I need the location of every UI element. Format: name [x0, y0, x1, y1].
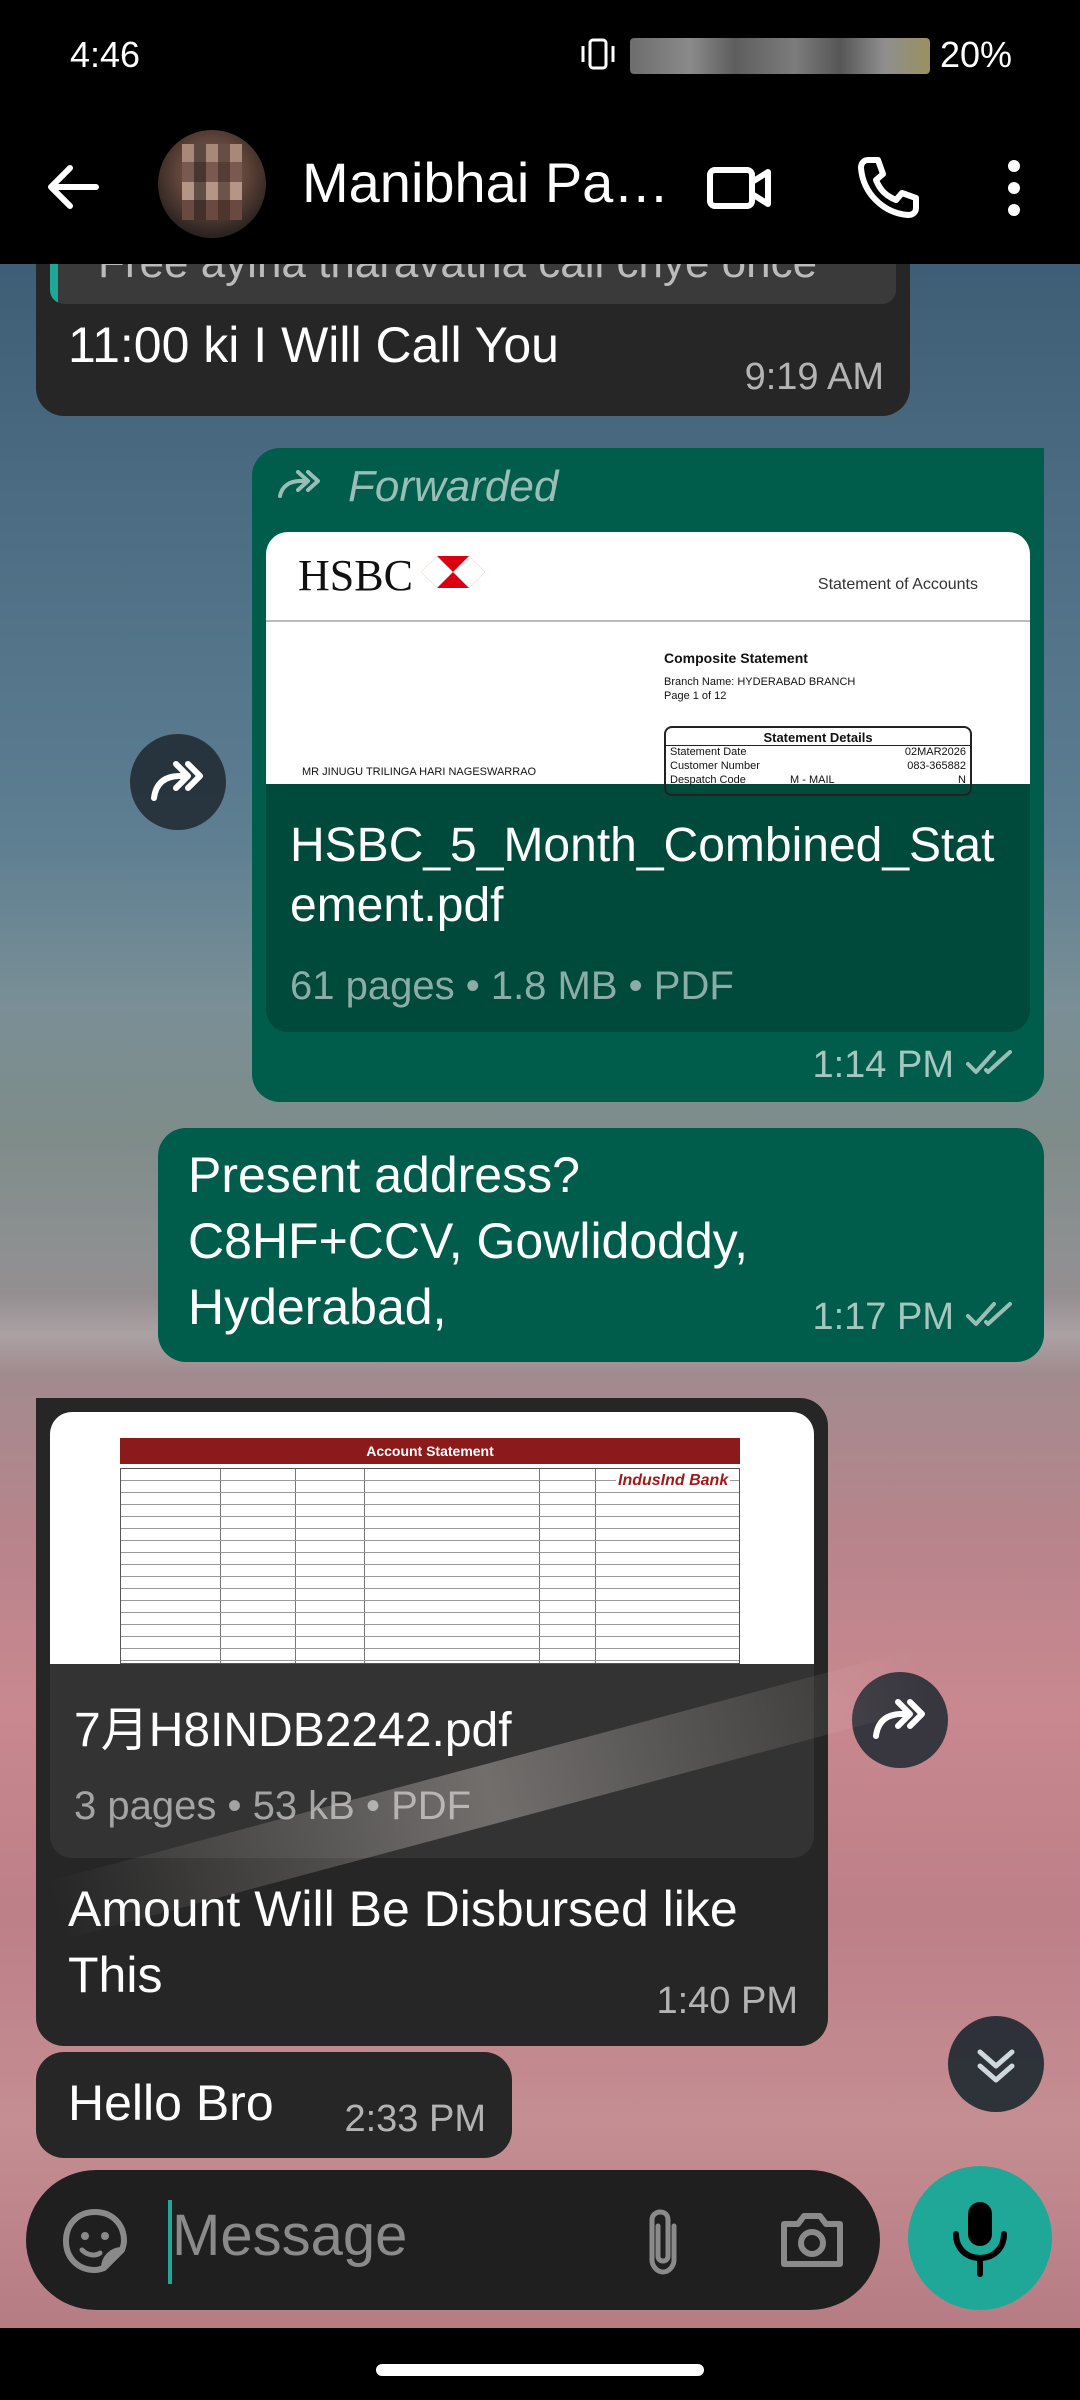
- more-vert-icon[interactable]: [974, 148, 1054, 228]
- message-time: 2:33 PM: [344, 2098, 486, 2140]
- quoted-message[interactable]: Free ayina tharavatha call chye once: [50, 264, 896, 304]
- message-text-line1: Amount Will Be Disbursed like: [68, 1881, 738, 1937]
- forward-icon: [873, 1699, 925, 1739]
- voice-message-button[interactable]: [908, 2166, 1052, 2310]
- account-holder: MR JINUGU TRILINGA HARI NAGESWARRAO: [302, 766, 537, 778]
- sticker-icon[interactable]: [60, 2206, 130, 2276]
- attach-icon[interactable]: [638, 2202, 688, 2282]
- scroll-down-icon: [977, 2049, 1015, 2083]
- statement-header: Account Statement: [120, 1438, 740, 1464]
- mic-icon: [953, 2202, 1007, 2277]
- pdf-file-name: HSBC_5_Month_Combined_Statement.pdf: [290, 819, 995, 932]
- double-check-icon: [966, 1050, 1012, 1074]
- scroll-down-button[interactable]: [948, 2016, 1044, 2112]
- message-time: 1:40 PM: [656, 1980, 798, 2022]
- pdf-file-meta: 3 pages • 53 kB • PDF: [74, 1784, 472, 1828]
- pdf-card[interactable]: HSBC Statement of Accounts Composite Sta…: [266, 532, 1030, 1032]
- video-call-icon[interactable]: [700, 148, 780, 228]
- message-text-line3: Hyderabad,: [188, 1279, 447, 1335]
- camera-icon[interactable]: [772, 2200, 852, 2280]
- forward-icon: [278, 470, 320, 498]
- statement-title: Statement of Accounts: [817, 576, 978, 593]
- blurred-status-icons: [630, 38, 930, 74]
- outgoing-document-message[interactable]: Forwarded HSBC Statement of Accounts Com…: [252, 448, 1044, 1102]
- pdf-preview[interactable]: HSBC Statement of Accounts Composite Sta…: [266, 532, 1030, 796]
- back-arrow-icon[interactable]: [40, 154, 106, 220]
- message-text: 11:00 ki I Will Call You: [68, 317, 559, 373]
- status-bar: 4:46 20%: [0, 0, 1080, 112]
- contact-name[interactable]: Manibhai Pa…: [302, 150, 672, 215]
- double-check-icon: [966, 1302, 1012, 1326]
- outgoing-message[interactable]: Present address? C8HF+CCV, Gowlidoddy, H…: [158, 1128, 1044, 1362]
- quoted-text: Free ayina tharavatha call chye once: [98, 264, 817, 288]
- message-text-line2: C8HF+CCV, Gowlidoddy,: [188, 1213, 748, 1269]
- pdf-card[interactable]: Account Statement IndusInd Bank 7月H8INDB…: [50, 1412, 814, 1858]
- message-time: 1:17 PM: [812, 1296, 954, 1338]
- incoming-message[interactable]: Hello Bro 2:33 PM: [36, 2052, 512, 2158]
- composite-title: Composite Statement: [664, 650, 808, 666]
- pdf-file-meta: 61 pages • 1.8 MB • PDF: [290, 964, 734, 1008]
- pdf-file-name: 7月H8INDB2242.pdf: [74, 1704, 512, 1757]
- message-input[interactable]: Message: [172, 2202, 407, 2269]
- page-info: Page 1 of 12: [664, 690, 727, 702]
- pdf-preview[interactable]: Account Statement IndusInd Bank: [50, 1412, 814, 1664]
- phone-icon[interactable]: [848, 148, 928, 228]
- battery-level: 20%: [940, 34, 1013, 75]
- incoming-message[interactable]: Free ayina tharavatha call chye once 11:…: [36, 264, 910, 416]
- chat-header: Manibhai Pa…: [0, 112, 1080, 264]
- forward-button[interactable]: [130, 734, 226, 830]
- incoming-document-message[interactable]: Account Statement IndusInd Bank 7月H8INDB…: [36, 1398, 828, 2046]
- message-time: 9:19 AM: [744, 356, 884, 398]
- statement-table: [120, 1468, 740, 1664]
- vibrate-icon: [581, 38, 615, 70]
- forward-icon: [151, 761, 203, 801]
- message-text: Hello Bro: [68, 2075, 274, 2131]
- indusind-bank-label: IndusInd Bank: [616, 1472, 731, 1490]
- forwarded-label: Forwarded: [348, 462, 559, 511]
- statement-details-box: Statement Details Statement Date 02MAR202…: [664, 726, 972, 796]
- status-time: 4:46: [70, 34, 141, 75]
- home-indicator[interactable]: [376, 2364, 704, 2376]
- chat-area[interactable]: Free ayina tharavatha call chye once 11:…: [0, 264, 1080, 2328]
- message-compose-bar[interactable]: Message: [26, 2170, 880, 2310]
- branch-name: Branch Name: HYDERABAD BRANCH: [664, 676, 856, 688]
- hsbc-logo-text: HSBC: [298, 551, 413, 600]
- forward-button[interactable]: [852, 1672, 948, 1768]
- message-time: 1:14 PM: [812, 1044, 954, 1086]
- avatar[interactable]: [158, 130, 266, 238]
- hsbc-hexagon-icon: [421, 556, 485, 588]
- message-text-line2: This: [68, 1947, 163, 2003]
- message-text-line1: Present address?: [188, 1147, 580, 1203]
